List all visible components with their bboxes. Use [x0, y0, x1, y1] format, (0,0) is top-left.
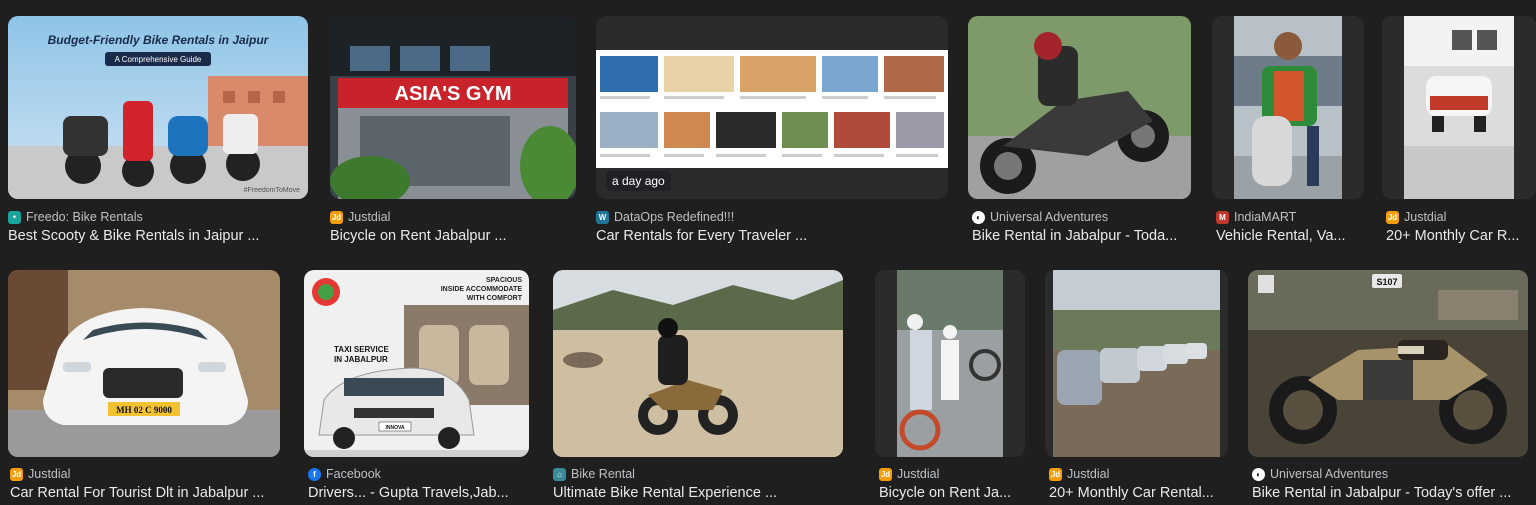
result-source-name: Universal Adventures [1270, 467, 1389, 481]
result-source[interactable]: ⬩ Freedo: Bike Rentals [8, 209, 143, 225]
result-card[interactable]: Budget-Friendly Bike Rentals in Jaipur A… [8, 16, 308, 248]
result-source-name: DataOps Redefined!!! [614, 210, 735, 224]
result-thumbnail[interactable] [1382, 16, 1536, 199]
result-thumbnail[interactable] [875, 270, 1025, 457]
result-thumbnail[interactable]: ASIA'S GYM [330, 16, 576, 199]
justdial-favicon-icon: Jd [1386, 210, 1399, 224]
result-source-name: Justdial [28, 467, 71, 481]
universal-adventures-favicon-icon: ◐ [1252, 467, 1265, 481]
bicycle-shop-image [875, 270, 1025, 457]
ad-line-3: WITH COMFORT [467, 295, 523, 302]
ad-line-2: INSIDE ACCOMMODATE [441, 286, 523, 293]
result-card[interactable]: a day ago W DataOps Redefined!!! Car Ren… [596, 16, 948, 248]
justdial-favicon-icon: Jd [330, 210, 343, 224]
result-card[interactable]: ⌂ Bike Rental Ultimate Bike Rental Exper… [553, 270, 843, 503]
result-title[interactable]: Bicycle on Rent Jabalpur ... [330, 228, 576, 248]
result-source-name: Justdial [1404, 210, 1447, 224]
gym-sign: ASIA'S GYM [395, 83, 512, 105]
desert-motorcycle-image [553, 270, 843, 457]
result-source[interactable]: Jd Justdial [1049, 466, 1109, 482]
result-thumbnail[interactable]: MH 02 C 9000 [8, 270, 280, 457]
taxi-service-ad-image: SPACIOUS INSIDE ACCOMMODATE WITH COMFORT… [304, 270, 529, 457]
result-title[interactable]: Ultimate Bike Rental Experience ... [553, 485, 843, 505]
result-source[interactable]: ⌂ Bike Rental [553, 466, 635, 482]
street-sign: S107 [1376, 277, 1397, 287]
result-thumbnail[interactable]: SPACIOUS INSIDE ACCOMMODATE WITH COMFORT… [304, 270, 529, 457]
royal-enfield-image: S107 [1248, 270, 1528, 457]
result-source-name: Justdial [348, 210, 391, 224]
justdial-favicon-icon: Jd [879, 467, 892, 481]
scooter-rider-image [1212, 16, 1364, 199]
justdial-favicon-icon: Jd [10, 467, 23, 481]
result-source-name: Justdial [1067, 467, 1110, 481]
time-badge: a day ago [606, 171, 671, 191]
result-source-name: Universal Adventures [990, 210, 1109, 224]
white-sedan-image: MH 02 C 9000 [8, 270, 280, 457]
result-card[interactable]: S107 ◐ Universal Adventures Bike Rental … [1248, 270, 1528, 503]
result-source[interactable]: M IndiaMART [1216, 209, 1296, 225]
result-source-name: Bike Rental [571, 467, 635, 481]
result-source[interactable]: Jd Justdial [1386, 209, 1446, 225]
result-title[interactable]: Vehicle Rental, Va... [1216, 228, 1364, 248]
bike-rental-favicon-icon: ⌂ [553, 467, 566, 481]
result-source-name: Justdial [897, 467, 940, 481]
result-title[interactable]: 20+ Monthly Car Rental... [1049, 485, 1225, 505]
car-model-plate: INNOVA [385, 425, 404, 431]
scooter-lineup-image: Budget-Friendly Bike Rentals in Jaipur A… [8, 16, 308, 199]
freedo-favicon-icon: ⬩ [8, 210, 21, 224]
license-plate: MH 02 C 9000 [116, 405, 172, 415]
image-headline: Budget-Friendly Bike Rentals in Jaipur [48, 33, 270, 47]
result-title[interactable]: Car Rentals for Every Traveler ... [596, 228, 948, 248]
result-source[interactable]: Jd Justdial [10, 466, 70, 482]
suv-showroom-image [1382, 16, 1536, 199]
result-source-name: Freedo: Bike Rentals [26, 210, 143, 224]
result-thumbnail[interactable] [553, 270, 843, 457]
indiamart-favicon-icon: M [1216, 210, 1229, 224]
result-title[interactable]: Drivers... - Gupta Travels,Jab... [308, 485, 526, 505]
result-card[interactable]: SPACIOUS INSIDE ACCOMMODATE WITH COMFORT… [304, 270, 529, 503]
result-source[interactable]: ◐ Universal Adventures [972, 209, 1108, 225]
result-thumbnail[interactable]: a day ago [596, 16, 948, 199]
result-title[interactable]: 20+ Monthly Car R... [1386, 228, 1532, 248]
result-card[interactable]: M IndiaMART Vehicle Rental, Va... [1212, 16, 1364, 248]
result-source-name: Facebook [326, 467, 381, 481]
gym-storefront-image: ASIA'S GYM [330, 16, 576, 199]
result-thumbnail[interactable]: S107 [1248, 270, 1528, 457]
result-card[interactable]: Jd Justdial 20+ Monthly Car Rental... [1045, 270, 1228, 503]
result-title[interactable]: Bicycle on Rent Ja... [879, 485, 1023, 505]
result-title[interactable]: Bike Rental in Jabalpur - Toda... [972, 228, 1188, 248]
result-thumbnail[interactable] [1045, 270, 1228, 457]
result-source-name: IndiaMART [1234, 210, 1297, 224]
justdial-favicon-icon: Jd [1049, 467, 1062, 481]
result-source[interactable]: ◐ Universal Adventures [1252, 466, 1388, 482]
result-title[interactable]: Best Scooty & Bike Rentals in Jaipur ... [8, 228, 308, 248]
result-card[interactable]: ◐ Universal Adventures Bike Rental in Ja… [968, 16, 1191, 248]
result-source[interactable]: W DataOps Redefined!!! [596, 209, 734, 225]
result-thumbnail[interactable] [1212, 16, 1364, 199]
wordpress-favicon-icon: W [596, 210, 609, 224]
facebook-favicon-icon: f [308, 467, 321, 481]
result-source[interactable]: Jd Justdial [879, 466, 939, 482]
image-tag: #FreedomToMove [244, 187, 301, 194]
ad-service-2: IN JABALPUR [334, 355, 388, 364]
ad-line-1: SPACIOUS [486, 277, 522, 284]
image-subhead: A Comprehensive Guide [115, 55, 202, 64]
result-source[interactable]: Jd Justdial [330, 209, 390, 225]
universal-adventures-favicon-icon: ◐ [972, 210, 985, 224]
result-card[interactable]: Jd Justdial 20+ Monthly Car R... [1382, 16, 1536, 248]
result-card[interactable]: Jd Justdial Bicycle on Rent Ja... [875, 270, 1025, 503]
result-thumbnail[interactable] [968, 16, 1191, 199]
parked-cars-image [1045, 270, 1228, 457]
result-title[interactable]: Car Rental For Tourist Dlt in Jabalpur .… [10, 485, 280, 505]
result-card[interactable]: ASIA'S GYM Jd Justdial Bicycle on Rent J… [330, 16, 576, 248]
result-card[interactable]: MH 02 C 9000 Jd Justdial Car Rental For … [8, 270, 280, 503]
motorcycle-rider-image [968, 16, 1191, 199]
result-thumbnail[interactable]: Budget-Friendly Bike Rentals in Jaipur A… [8, 16, 308, 199]
ad-service-1: TAXI SERVICE [334, 345, 389, 354]
result-title[interactable]: Bike Rental in Jabalpur - Today's offer … [1252, 485, 1528, 505]
result-source[interactable]: f Facebook [308, 466, 381, 482]
